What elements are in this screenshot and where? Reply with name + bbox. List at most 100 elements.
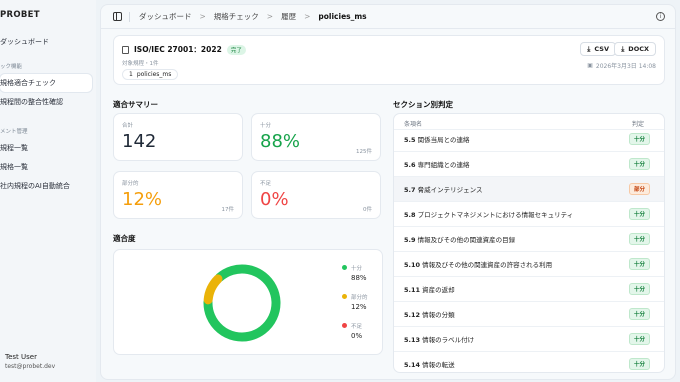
calendar-icon: ▣ bbox=[587, 62, 593, 69]
clause-name: 5.6 専門組織との連絡 bbox=[404, 161, 470, 169]
summary-title: 適合サマリー bbox=[113, 100, 158, 109]
document-icon bbox=[122, 45, 129, 54]
compliance-title: 適合度 bbox=[113, 234, 136, 243]
clause-id: 5.8 bbox=[404, 211, 416, 219]
stat-total-label: 合計 bbox=[122, 123, 134, 129]
clause-name: 5.8 プロジェクトマネジメントにおける情報セキュリティ bbox=[404, 211, 574, 219]
table-row[interactable]: 5.11 資産の返却 十分 bbox=[394, 277, 664, 302]
legend-partial: 部分的 12% bbox=[342, 293, 368, 311]
chevron-right-icon: > bbox=[304, 12, 311, 21]
verdict-badge: 十分 bbox=[628, 308, 650, 320]
table-row[interactable]: 5.10 情報及びその他の関連資産の許容される利用 十分 bbox=[394, 252, 664, 277]
verdict-badge: 十分 bbox=[628, 283, 650, 295]
verdict-badge: 十分 bbox=[628, 208, 650, 220]
clause-name: 5.9 情報及びその他の関連資産の目録 bbox=[404, 236, 516, 244]
clause-id: 5.11 bbox=[404, 286, 421, 294]
breadcrumb: ダッシュボード > 規格チェック > 履歴 > policies_ms bbox=[139, 11, 367, 22]
legend-none: 不足 0% bbox=[342, 322, 362, 340]
user-profile[interactable]: Test User test@probet.dev bbox=[5, 353, 55, 370]
clause-id: 5.6 bbox=[404, 161, 416, 169]
table-row[interactable]: 5.9 情報及びその他の関連資産の目録 十分 bbox=[394, 227, 664, 252]
verdict-badge: 十分 bbox=[628, 233, 650, 245]
policy-chip[interactable]: 1 policies_ms bbox=[122, 69, 179, 80]
sections-table: 条項名 判定 5.5 関係当局との連絡 十分 5.6 専門組織との連絡 十分 5.7 脅… bbox=[393, 113, 665, 373]
policy-chip-count: 1 bbox=[129, 71, 133, 78]
stat-partial-value: 12% bbox=[122, 189, 163, 210]
clause-name: 5.10 情報及びその他の関連資産の許容される利用 bbox=[404, 261, 553, 269]
table-row[interactable]: 5.5 関係当局との連絡 十分 bbox=[394, 127, 664, 152]
sidebar-item-dashboard[interactable]: ダッシュボード bbox=[0, 33, 92, 51]
legend-partial-label: 部分的 bbox=[351, 295, 368, 301]
chevron-right-icon: > bbox=[266, 12, 274, 21]
stat-none: 不足 0% 0件 bbox=[251, 171, 381, 219]
legend-dot bbox=[342, 265, 347, 270]
table-row[interactable]: 5.14 情報の転送 十分 bbox=[394, 352, 664, 372]
csv-button-label: CSV bbox=[594, 45, 609, 53]
breadcrumb-current: policies_ms bbox=[318, 12, 367, 21]
clause-id: 5.7 bbox=[404, 186, 416, 194]
clause-name: 5.5 関係当局との連絡 bbox=[404, 136, 470, 144]
sidebar-item-consistency[interactable]: 規程間の整合性確認 bbox=[0, 93, 92, 111]
info-icon[interactable]: i bbox=[656, 12, 665, 21]
sidebar-section-check: ック機能 bbox=[0, 64, 23, 70]
timestamp-text: 2026年3月3日 14:08 bbox=[595, 63, 656, 70]
legend-full-value: 88% bbox=[351, 274, 367, 282]
docx-button[interactable]: ⤓ DOCX bbox=[614, 42, 656, 56]
policy-chip-label: policies_ms bbox=[136, 71, 172, 78]
clause-name: 5.13 情報のラベル付け bbox=[404, 336, 475, 344]
compliance-card: 十分 88% 部分的 12% 不足 0% bbox=[113, 249, 383, 355]
clause-name: 5.14 情報の転送 bbox=[404, 361, 455, 369]
table-row[interactable]: 5.8 プロジェクトマネジメントにおける情報セキュリティ 十分 bbox=[394, 202, 664, 227]
docx-button-label: DOCX bbox=[628, 45, 649, 53]
sidebar-item-compliance-check[interactable]: 規格適合チェック bbox=[0, 74, 92, 92]
table-row[interactable]: 5.7 脅威インテリジェンス 部分 bbox=[394, 177, 664, 202]
stat-total: 合計 142 bbox=[113, 113, 243, 161]
legend-full: 十分 88% bbox=[342, 264, 367, 282]
chevron-right-icon: > bbox=[199, 12, 206, 21]
table-row[interactable]: 5.6 専門組織との連絡 十分 bbox=[394, 152, 664, 177]
stat-total-value: 142 bbox=[122, 131, 157, 152]
stat-none-value: 0% bbox=[260, 189, 289, 210]
stat-none-count: 0件 bbox=[363, 207, 372, 213]
stat-partial-label: 部分的 bbox=[122, 181, 139, 187]
legend-full-label: 十分 bbox=[351, 266, 363, 272]
stat-partial-count: 17件 bbox=[221, 207, 235, 213]
brand-logo: PROBET bbox=[0, 10, 40, 20]
clause-id: 5.5 bbox=[404, 136, 416, 144]
clause-id: 5.9 bbox=[404, 236, 416, 244]
sidebar-item-ai-merge[interactable]: 社内規程のAI自動統合 bbox=[0, 177, 92, 195]
stat-none-label: 不足 bbox=[260, 181, 272, 187]
standard-title-row: ISO/IEC 27001：2022 完了 bbox=[122, 44, 246, 55]
clause-id: 5.12 bbox=[404, 311, 421, 319]
standard-card: ISO/IEC 27001：2022 完了 対象規程・1件 1 policies… bbox=[113, 35, 665, 85]
clause-name: 5.7 脅威インテリジェンス bbox=[404, 186, 483, 194]
clause-id: 5.13 bbox=[404, 336, 421, 344]
sidebar-item-policies[interactable]: 規程一覧 bbox=[0, 139, 92, 157]
table-row[interactable]: 5.12 情報の分類 十分 bbox=[394, 302, 664, 327]
main-panel: ダッシュボード > 規格チェック > 履歴 > policies_ms i IS… bbox=[100, 4, 676, 380]
legend-dot bbox=[342, 323, 347, 328]
sections-title: セクション別判定 bbox=[393, 100, 453, 109]
verdict-badge: 十分 bbox=[628, 133, 650, 145]
timestamp: ▣ 2026年3月3日 14:08 bbox=[587, 61, 656, 70]
download-icon: ⤓ bbox=[587, 44, 591, 53]
sidebar: PROBET ダッシュボード ック機能 規格適合チェック 規程間の整合性確認 メ… bbox=[0, 0, 96, 382]
sidebar-toggle-icon[interactable] bbox=[113, 12, 122, 21]
breadcrumb-check[interactable]: 規格チェック bbox=[214, 11, 259, 22]
breadcrumb-history[interactable]: 履歴 bbox=[281, 11, 296, 22]
legend-dot bbox=[342, 294, 347, 299]
divider bbox=[129, 12, 130, 22]
table-row[interactable]: 5.13 情報のラベル付け 十分 bbox=[394, 327, 664, 352]
download-icon: ⤓ bbox=[621, 44, 625, 53]
user-email: test@probet.dev bbox=[5, 363, 56, 370]
clause-id: 5.10 bbox=[404, 261, 421, 269]
legend-none-value: 0% bbox=[351, 332, 363, 340]
csv-button[interactable]: ⤓ CSV bbox=[580, 42, 616, 56]
clause-id: 5.14 bbox=[404, 361, 421, 369]
breadcrumb-dashboard[interactable]: ダッシュボード bbox=[139, 11, 192, 22]
verdict-badge: 十分 bbox=[628, 258, 650, 270]
user-name: Test User bbox=[5, 353, 37, 361]
sidebar-item-standards[interactable]: 規格一覧 bbox=[0, 158, 92, 176]
clause-name: 5.11 資産の返却 bbox=[404, 286, 455, 294]
status-badge: 完了 bbox=[226, 44, 246, 55]
